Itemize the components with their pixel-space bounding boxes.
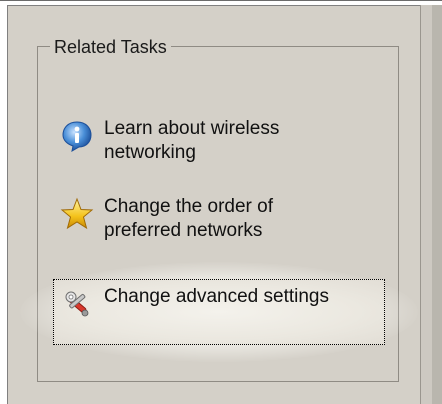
right-pane-scroll-edge (432, 5, 442, 404)
settings-tools-icon (60, 287, 94, 321)
task-label: Learn about wireless networking (104, 118, 280, 163)
groupbox-title: Related Tasks (50, 37, 171, 57)
task-label: Change the order of preferred networks (104, 196, 274, 241)
task-learn-wireless[interactable]: Learn about wireless networking (60, 117, 344, 165)
star-icon (60, 197, 94, 231)
task-change-advanced-settings[interactable]: Change advanced settings (53, 279, 385, 345)
window-frame: Related Tasks Learn about wireless netwo… (0, 0, 442, 404)
task-change-order[interactable]: Change the order of preferred networks (60, 195, 344, 243)
info-icon (60, 119, 94, 153)
task-label: Change advanced settings (104, 286, 329, 307)
top-border (0, 0, 442, 1)
